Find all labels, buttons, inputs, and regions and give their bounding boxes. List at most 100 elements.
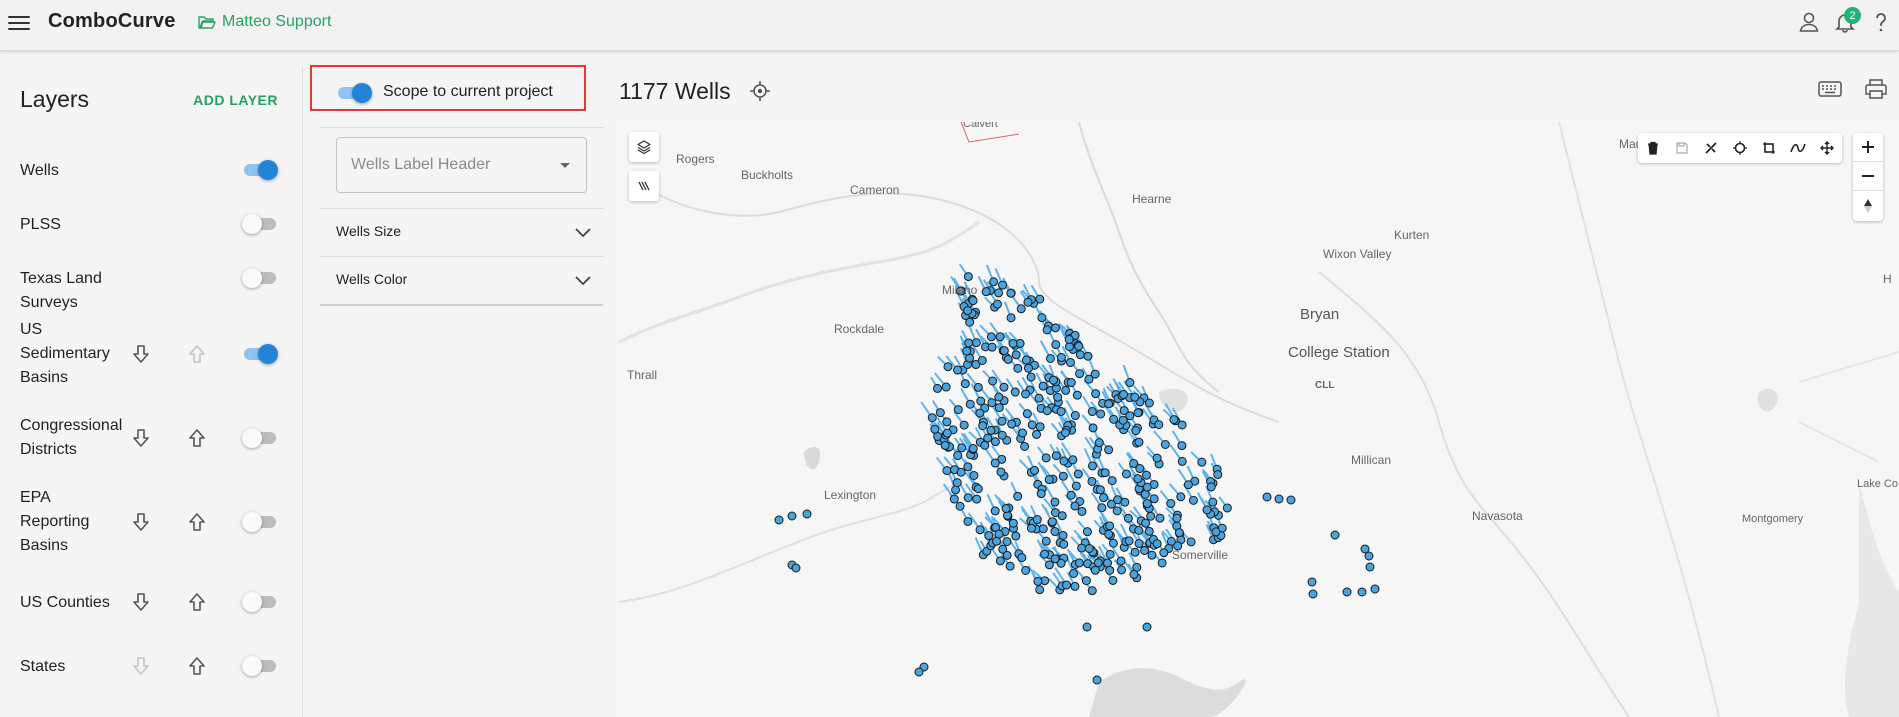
well-marker[interactable] — [1073, 469, 1083, 479]
move-layer-down-icon[interactable] — [129, 510, 153, 534]
well-marker[interactable] — [981, 287, 991, 297]
well-marker[interactable] — [787, 511, 797, 521]
zoom-out-button[interactable] — [1853, 162, 1883, 191]
well-marker[interactable] — [1011, 350, 1021, 360]
well-marker[interactable] — [1169, 415, 1179, 425]
well-marker[interactable] — [1108, 538, 1118, 548]
well-marker[interactable] — [1058, 471, 1068, 481]
well-marker[interactable] — [1050, 323, 1060, 333]
well-marker[interactable] — [1160, 440, 1170, 450]
well-marker[interactable] — [1222, 503, 1232, 513]
well-marker[interactable] — [1105, 521, 1115, 531]
well-marker[interactable] — [1011, 531, 1021, 541]
layer-toggle-states[interactable] — [242, 655, 278, 677]
well-marker[interactable] — [984, 531, 994, 541]
well-marker[interactable] — [978, 421, 988, 431]
print-icon[interactable] — [1864, 78, 1888, 100]
well-marker[interactable] — [963, 272, 973, 282]
well-marker[interactable] — [1010, 387, 1020, 397]
well-marker[interactable] — [1176, 492, 1186, 502]
well-marker[interactable] — [1061, 385, 1071, 395]
well-marker[interactable] — [1018, 428, 1028, 438]
compass-button[interactable] — [1853, 191, 1883, 220]
well-marker[interactable] — [968, 296, 978, 306]
line-tool-button[interactable] — [1783, 133, 1812, 163]
well-marker[interactable] — [1037, 313, 1047, 323]
well-marker[interactable] — [1035, 585, 1045, 595]
well-marker[interactable] — [968, 444, 978, 454]
layer-toggle-plss[interactable] — [242, 213, 278, 235]
layer-toggle-us-sedimentary-basins[interactable] — [242, 343, 278, 365]
well-marker[interactable] — [975, 408, 985, 418]
well-marker[interactable] — [1088, 423, 1098, 433]
well-marker[interactable] — [1090, 565, 1100, 575]
well-marker[interactable] — [1120, 497, 1130, 507]
well-marker[interactable] — [1017, 553, 1027, 563]
save-tool-button[interactable] — [1667, 133, 1696, 163]
well-marker[interactable] — [1152, 539, 1162, 549]
well-marker[interactable] — [973, 382, 983, 392]
well-marker[interactable] — [1020, 441, 1030, 451]
well-marker[interactable] — [1001, 504, 1011, 514]
well-marker[interactable] — [994, 403, 1004, 413]
well-marker[interactable] — [1177, 441, 1187, 451]
well-marker[interactable] — [1104, 445, 1114, 455]
well-marker[interactable] — [933, 383, 943, 393]
well-marker[interactable] — [1159, 548, 1169, 558]
well-marker[interactable] — [994, 392, 1004, 402]
well-marker[interactable] — [990, 437, 1000, 447]
well-marker[interactable] — [1370, 584, 1380, 594]
well-marker[interactable] — [1130, 392, 1140, 402]
well-marker[interactable] — [1021, 355, 1031, 365]
well-marker[interactable] — [1062, 580, 1072, 590]
well-marker[interactable] — [942, 417, 952, 427]
well-marker[interactable] — [1016, 304, 1026, 314]
well-marker[interactable] — [992, 536, 1002, 546]
move-layer-up-icon[interactable] — [185, 590, 209, 614]
well-marker[interactable] — [1087, 476, 1097, 486]
well-marker[interactable] — [1105, 549, 1115, 559]
well-marker[interactable] — [1045, 353, 1055, 363]
well-marker[interactable] — [940, 440, 950, 450]
add-layer-button[interactable]: ADD LAYER — [193, 92, 278, 108]
well-marker[interactable] — [998, 280, 1008, 290]
well-marker[interactable] — [1149, 494, 1159, 504]
well-marker[interactable] — [1040, 549, 1050, 559]
well-marker[interactable] — [1066, 490, 1076, 500]
well-marker[interactable] — [1013, 491, 1023, 501]
well-marker[interactable] — [1082, 622, 1092, 632]
keyboard-icon[interactable] — [1818, 80, 1842, 98]
well-marker[interactable] — [1330, 530, 1340, 540]
well-marker[interactable] — [952, 478, 962, 488]
edit-tool-button[interactable] — [1696, 133, 1725, 163]
well-marker[interactable] — [1027, 420, 1037, 430]
basemap-style-button[interactable] — [629, 171, 659, 201]
well-marker[interactable] — [1087, 461, 1097, 471]
well-marker[interactable] — [1077, 506, 1087, 516]
well-marker[interactable] — [1038, 381, 1048, 391]
zoom-in-button[interactable] — [1853, 133, 1883, 162]
well-marker[interactable] — [1064, 334, 1074, 344]
well-marker[interactable] — [1047, 517, 1057, 527]
well-marker[interactable] — [996, 467, 1006, 477]
well-marker[interactable] — [1140, 545, 1150, 555]
notifications-icon[interactable]: 2 — [1827, 4, 1863, 40]
well-marker[interactable] — [1140, 489, 1150, 499]
well-marker[interactable] — [1211, 527, 1221, 537]
well-marker[interactable] — [1059, 539, 1069, 549]
well-marker[interactable] — [971, 338, 981, 348]
move-layer-up-icon[interactable] — [185, 654, 209, 678]
move-tool-button[interactable] — [1812, 133, 1841, 163]
well-marker[interactable] — [1087, 407, 1097, 417]
well-marker[interactable] — [1121, 469, 1131, 479]
well-marker[interactable] — [1141, 518, 1151, 528]
well-marker[interactable] — [953, 451, 963, 461]
well-marker[interactable] — [1142, 622, 1152, 632]
move-layer-up-icon[interactable] — [185, 342, 209, 366]
user-icon[interactable] — [1791, 4, 1827, 40]
well-marker[interactable] — [1135, 464, 1145, 474]
well-marker[interactable] — [927, 413, 937, 423]
well-marker[interactable] — [1099, 493, 1109, 503]
well-marker[interactable] — [1274, 494, 1284, 504]
wells-color-accordion[interactable]: Wells Color — [320, 256, 603, 304]
